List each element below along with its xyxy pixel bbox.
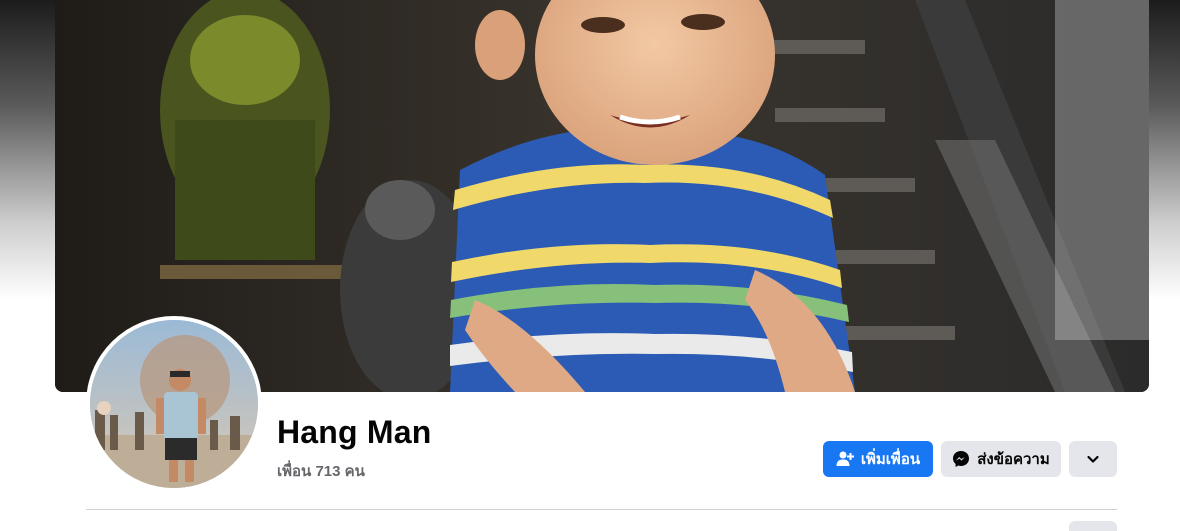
friends-count[interactable]: เพื่อน 713 คน: [277, 459, 365, 483]
add-friend-button[interactable]: เพิ่มเพื่อน: [823, 441, 933, 477]
more-options-button[interactable]: [1069, 441, 1117, 477]
profile-name: Hang Man: [277, 414, 432, 450]
profile-avatar-image: [90, 320, 258, 488]
profile-divider: [86, 509, 1117, 510]
add-friend-label: เพิ่มเพื่อน: [860, 451, 921, 468]
profile-avatar[interactable]: [90, 320, 258, 488]
chevron-down-icon: [1084, 450, 1102, 468]
message-label: ส่งข้อความ: [977, 451, 1050, 468]
message-button[interactable]: ส่งข้อความ: [941, 441, 1061, 477]
add-person-icon: [836, 450, 854, 468]
messenger-icon: [952, 450, 970, 468]
partial-button-edge: [1069, 521, 1117, 531]
